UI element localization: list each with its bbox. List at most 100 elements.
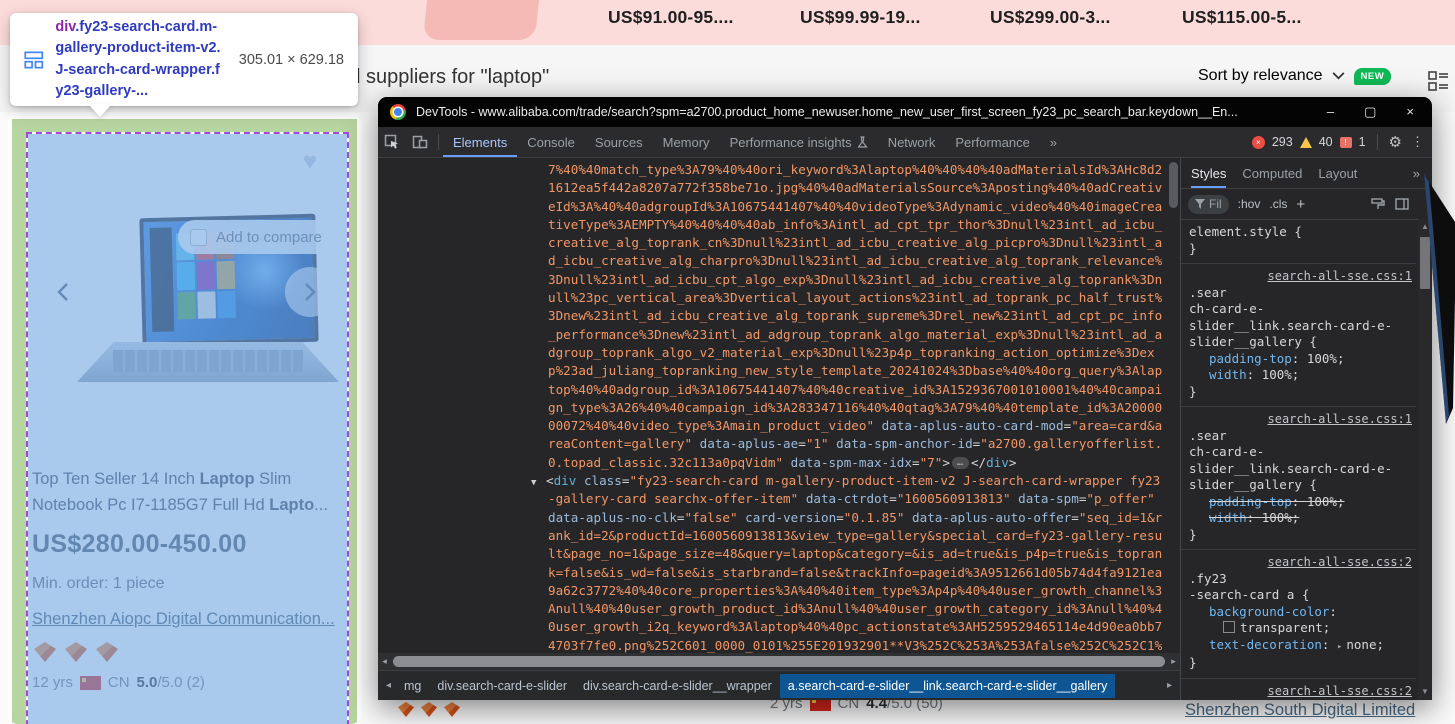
supplier-link-2[interactable]: Shenzhen South Digital Limited: [1185, 701, 1415, 720]
breadcrumb-item[interactable]: div.search-card-e-slider__wrapper: [575, 674, 780, 698]
stylesheet-link[interactable]: search-all-sse.css:1: [1268, 412, 1413, 426]
stylesheet-link[interactable]: search-all-sse.css:1: [1268, 269, 1413, 283]
dom-tree-line[interactable]: 3Dnull%23intl_ad_icbu_cpt_algo_exp%3Dnul…: [548, 271, 1180, 289]
breadcrumb-item[interactable]: div.search-card-e-slider: [429, 674, 575, 698]
horizontal-scrollbar[interactable]: ◂ ▸: [378, 653, 1180, 670]
dom-tree-line[interactable]: 1612ea5f442a8207a772f358be71o.jpg%40%40a…: [548, 179, 1180, 197]
more-tabs-button[interactable]: »: [1050, 135, 1059, 150]
issues-count[interactable]: 1: [1359, 135, 1366, 149]
dom-tree-line[interactable]: k=false&is_wd=false&is_starbrand=false&t…: [548, 564, 1180, 582]
elements-tree-panel[interactable]: 7%40%40match_type%3A79%40%40ori_keyword%…: [378, 158, 1180, 700]
css-declaration[interactable]: width: 100%;: [1189, 367, 1412, 384]
devtools-tab-performance-insights[interactable]: Performance insights: [720, 127, 878, 157]
inspect-element-icon[interactable]: [378, 134, 406, 150]
css-declaration[interactable]: background-color:: [1189, 604, 1412, 621]
maximize-button[interactable]: ▢: [1364, 104, 1376, 120]
settings-gear-icon[interactable]: ⚙: [1389, 133, 1402, 151]
devtools-tab-memory[interactable]: Memory: [653, 127, 720, 157]
css-rule[interactable]: search-all-sse.css:2 .fy23-search-card a …: [1181, 550, 1416, 679]
devtools-titlebar[interactable]: DevTools - www.alibaba.com/trade/search?…: [378, 97, 1432, 127]
dom-tree-line[interactable]: dgroup_toprank_algo_v2_material_exp%3Dnu…: [548, 344, 1180, 362]
css-declaration[interactable]: width: 100%;: [1189, 510, 1412, 527]
css-selector[interactable]: slider__link.search-card-e-: [1189, 461, 1412, 478]
dom-tree-line[interactable]: ank_id=2&productId=1600560913813&view_ty…: [548, 527, 1180, 545]
more-panels-button[interactable]: »: [1413, 158, 1422, 188]
styles-tab-computed[interactable]: Computed: [1242, 158, 1302, 188]
dom-tree-line[interactable]: _performance%3Dnew%23intl_ad_adgroup_top…: [548, 326, 1180, 344]
new-style-rule-button[interactable]: +: [1296, 196, 1305, 213]
dom-tree-line[interactable]: tiveType%3AEMPTY%40%40%40%40ab_info%3Ain…: [548, 216, 1180, 234]
warning-count[interactable]: 40: [1319, 135, 1333, 149]
devtools-tab-sources[interactable]: Sources: [585, 127, 653, 157]
dom-tree-line[interactable]: 3Dnew%23intl_ad_icbu_creative_alg_topran…: [548, 307, 1180, 325]
kebab-menu-icon[interactable]: ⋮: [1411, 134, 1424, 150]
dom-tree-line[interactable]: gn_type%3A26%40%40campaign_id%3A28334711…: [548, 399, 1180, 417]
dom-tree-line[interactable]: creative_alg_toprank_cn%3Dnull%23intl_ad…: [548, 234, 1180, 252]
devtools-tab-network[interactable]: Network: [878, 127, 946, 157]
scrollbar-thumb[interactable]: [393, 656, 1165, 667]
device-toolbar-icon[interactable]: [406, 134, 434, 150]
dom-tree-line[interactable]: ull%23pc_vertical_area%3Dvertical_layout…: [548, 289, 1180, 307]
dom-tree-line[interactable]: lt&page_no=1&page_size=48&query=laptop&c…: [548, 545, 1180, 563]
dom-tree-line[interactable]: 00072%40%40video_type%3Amain_product_vid…: [548, 417, 1180, 435]
element-classes-button[interactable]: .cls: [1269, 197, 1287, 211]
dom-tree-line[interactable]: eId%3A%40%40adgroupId%3A10675441407%40%4…: [548, 198, 1180, 216]
css-selector[interactable]: .fy23: [1189, 699, 1412, 700]
dom-tree-line[interactable]: p%23ad_juliang_topranking_new_style_temp…: [548, 362, 1180, 380]
css-selector[interactable]: slider__gallery {: [1189, 334, 1412, 351]
devtools-tab-elements[interactable]: Elements: [443, 127, 517, 157]
top-price[interactable]: US$91.00-95....: [608, 7, 734, 28]
devtools-window[interactable]: DevTools - www.alibaba.com/trade/search?…: [378, 97, 1432, 700]
css-selector[interactable]: ch-card-e-: [1189, 444, 1412, 461]
breadcrumb-scroll-right[interactable]: ▸: [1162, 680, 1177, 691]
view-layout-icon[interactable]: [1428, 71, 1449, 91]
styles-tab-styles[interactable]: Styles: [1191, 158, 1226, 188]
devtools-tab-console[interactable]: Console: [517, 127, 585, 157]
close-button[interactable]: ×: [1406, 104, 1414, 120]
styles-sidebar[interactable]: StylesComputedLayout » Fil :hov .cls + e…: [1180, 158, 1432, 700]
product-card[interactable]: ♥ Add to compare Top Ten Seller 14 I: [8, 112, 361, 724]
minimize-button[interactable]: –: [1327, 104, 1334, 120]
css-selector[interactable]: ch-card-e-: [1189, 301, 1412, 318]
css-selector[interactable]: .sear: [1189, 428, 1412, 445]
css-selector[interactable]: slider__link.search-card-e-: [1189, 318, 1412, 335]
dom-tree-line[interactable]: Anull%40%40user_growth_product_id%3Anull…: [548, 600, 1180, 618]
dom-tree-line[interactable]: 0user_growth_i2q_keyword%3Alaptop%40%40p…: [548, 618, 1180, 636]
css-value[interactable]: transparent;: [1189, 620, 1412, 637]
css-selector[interactable]: -search-card a {: [1189, 587, 1412, 604]
scrollbar-thumb[interactable]: [1420, 237, 1430, 289]
dom-tree-line[interactable]: -gallery-card searchx-offer-item" data-c…: [548, 490, 1180, 508]
warning-icon[interactable]: [1300, 137, 1312, 148]
dom-tree-line[interactable]: 9a62c3772%40%40core_properties%3A%40%40i…: [548, 582, 1180, 600]
rendering-emulation-icon[interactable]: [1371, 197, 1385, 211]
toggle-element-state-button[interactable]: :hov: [1238, 197, 1261, 211]
style-rules-list[interactable]: element.style {} search-all-sse.css:1 .sea…: [1181, 220, 1432, 700]
sidebar-toggle-icon[interactable]: [1395, 197, 1409, 211]
scroll-left-arrow[interactable]: ◂: [378, 656, 391, 667]
error-icon[interactable]: ×: [1252, 136, 1265, 149]
css-selector[interactable]: .fy23: [1189, 571, 1412, 588]
sort-label[interactable]: Sort by relevance: [1198, 67, 1323, 85]
css-declaration[interactable]: padding-top: 100%;: [1189, 351, 1412, 368]
css-rule[interactable]: search-all-sse.css:1 .search-card-e-slide…: [1181, 407, 1416, 550]
top-price[interactable]: US$115.00-5...: [1182, 7, 1302, 28]
css-declaration[interactable]: text-decoration: ▸none;: [1189, 637, 1412, 656]
dom-tree-line[interactable]: top%40%40adgroup_id%3A10675441407%40%40c…: [548, 381, 1180, 399]
dom-tree-line[interactable]: 0.topad_classic.32c113a0pqVidm" data-spm…: [548, 454, 1180, 472]
error-count[interactable]: 293: [1272, 135, 1293, 149]
dom-tree-line[interactable]: 4703f7fe0.png%252C601_0000_0101%255E2019…: [548, 637, 1180, 653]
dom-tree-line[interactable]: data-aplus-no-clk="false" card-version="…: [548, 509, 1180, 527]
scroll-right-arrow[interactable]: ▸: [1167, 656, 1180, 667]
issues-icon[interactable]: !: [1340, 137, 1352, 148]
scroll-up-arrow[interactable]: ▲: [1421, 222, 1429, 231]
css-declaration[interactable]: padding-top: 100%;: [1189, 494, 1412, 511]
styles-tab-layout[interactable]: Layout: [1318, 158, 1357, 188]
stylesheet-link[interactable]: search-all-sse.css:2: [1268, 555, 1413, 569]
element-style-rule[interactable]: element.style {}: [1181, 220, 1416, 264]
breadcrumb-scroll-left[interactable]: ◂: [381, 680, 396, 691]
dom-tree-line[interactable]: ▼<div class="fy23-search-card m-gallery-…: [548, 472, 1180, 490]
css-rule[interactable]: search-all-sse.css:1.search-card-e-slide…: [1181, 264, 1416, 407]
dom-tree-line[interactable]: d_icbu_creative_alg_charpro%3Dnull%23int…: [548, 252, 1180, 270]
breadcrumb-item[interactable]: a.search-card-e-slider__link.search-card…: [780, 674, 1116, 698]
sort-control[interactable]: Sort by relevance NEW: [1198, 67, 1391, 85]
